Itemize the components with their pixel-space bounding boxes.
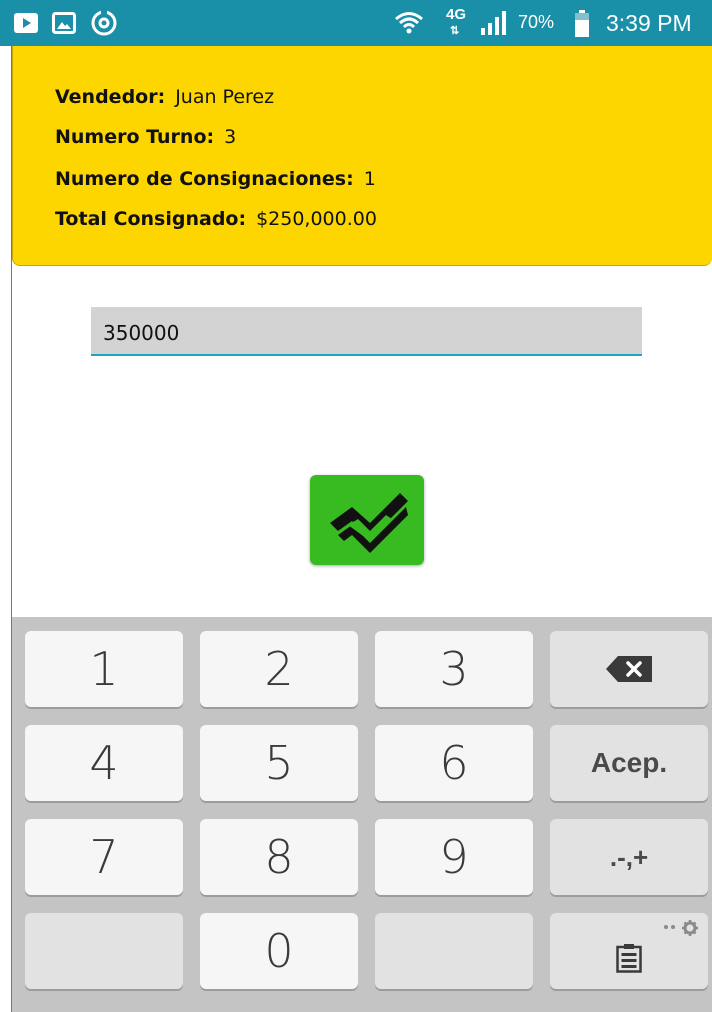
sync-notification-icon	[90, 9, 118, 41]
key-2[interactable]: 2	[200, 631, 358, 707]
turno-row: Numero Turno: 3	[55, 126, 236, 148]
vendedor-row: Vendedor: Juan Perez	[55, 86, 274, 108]
shift-info-card: Vendedor: Juan Perez Numero Turno: 3 Numer…	[12, 46, 712, 266]
blank-key-left[interactable]	[25, 913, 183, 989]
battery-percent: 70%	[518, 12, 555, 32]
backspace-icon	[606, 656, 652, 682]
key-7[interactable]: 7	[25, 819, 183, 895]
wifi-icon	[394, 8, 424, 42]
symbols-key[interactable]: .-,+	[550, 819, 708, 895]
key-4[interactable]: 4	[25, 725, 183, 801]
backspace-key[interactable]	[550, 631, 708, 707]
turno-label: Numero Turno:	[55, 126, 215, 148]
blank-key-right[interactable]	[375, 913, 533, 989]
clipboard-key[interactable]	[550, 913, 708, 989]
video-notification-icon	[14, 12, 38, 38]
status-bar: 4G ⇅ 70% 3:39 PM	[0, 0, 712, 46]
key-1[interactable]: 1	[25, 631, 183, 707]
vendedor-value: Juan Perez	[175, 86, 275, 108]
key-9[interactable]: 9	[375, 819, 533, 895]
key-3[interactable]: 3	[375, 631, 533, 707]
consignaciones-label: Numero de Consignaciones:	[55, 168, 354, 190]
consignaciones-row: Numero de Consignaciones: 1	[55, 168, 376, 190]
settings-icon	[664, 920, 698, 936]
accept-key[interactable]: Acep.	[550, 725, 708, 801]
total-label: Total Consignado:	[55, 208, 247, 230]
check-icon	[330, 493, 408, 553]
battery-icon	[574, 10, 590, 42]
confirm-button[interactable]	[310, 475, 424, 565]
signal-icon	[480, 10, 510, 40]
network-type-label: 4G	[446, 6, 467, 23]
network-arrows-icon: ⇅	[450, 25, 460, 37]
image-notification-icon	[52, 12, 76, 38]
key-8[interactable]: 8	[200, 819, 358, 895]
vendedor-label: Vendedor:	[55, 86, 166, 108]
clipboard-icon	[616, 944, 642, 973]
key-6[interactable]: 6	[375, 725, 533, 801]
numeric-keyboard: 1 2 3 4 5 6 Acep. 7 8 9 .-,+ 0	[12, 617, 712, 1012]
total-value: $250,000.00	[256, 208, 377, 230]
key-5[interactable]: 5	[200, 725, 358, 801]
left-edge	[0, 46, 12, 1012]
key-0[interactable]: 0	[200, 913, 358, 989]
turno-value: 3	[224, 126, 237, 148]
amount-input[interactable]	[91, 307, 642, 356]
total-row: Total Consignado: $250,000.00	[55, 208, 377, 230]
status-time: 3:39 PM	[606, 10, 692, 36]
consignaciones-value: 1	[363, 168, 376, 190]
